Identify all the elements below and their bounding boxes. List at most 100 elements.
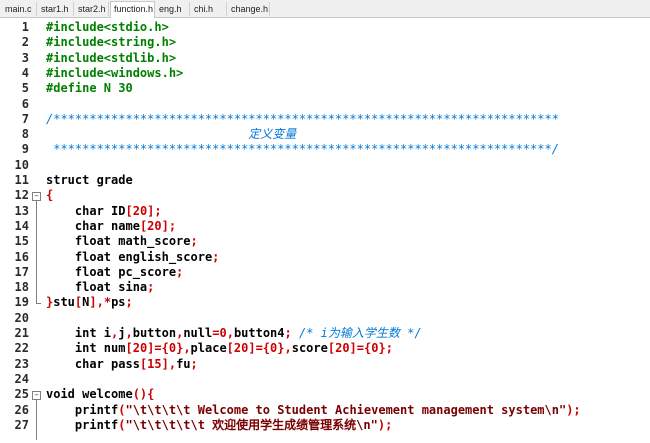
code-line[interactable]: 16 float english_score; bbox=[0, 250, 650, 265]
line-number: 22 bbox=[14, 341, 29, 356]
code-text: float english_score; bbox=[46, 249, 220, 265]
code-token: printf bbox=[46, 417, 119, 432]
code-line[interactable]: 21 int i,j,button,null=0,button4; /* i为输… bbox=[0, 326, 650, 341]
code-line[interactable]: 19 }stu[N],*ps; bbox=[0, 295, 650, 310]
code-line[interactable]: 7 /**************************************… bbox=[0, 112, 650, 127]
code-line[interactable]: 8 定义变量 bbox=[0, 127, 650, 142]
fold-toggle-icon[interactable]: − bbox=[32, 391, 41, 401]
code-token: math_score bbox=[118, 234, 191, 249]
code-token: /***************************************… bbox=[46, 111, 559, 126]
code-token: ]={ bbox=[147, 341, 169, 356]
code-line[interactable]: 14 char name[20]; bbox=[0, 219, 650, 234]
code-token: ID bbox=[111, 203, 126, 218]
code-token: char bbox=[46, 203, 112, 218]
tab-chi-h[interactable]: chi.h bbox=[191, 2, 227, 16]
code-token: #include<string.h> bbox=[46, 35, 177, 50]
code-line[interactable]: 11 struct grade bbox=[0, 173, 650, 188]
code-token: #include<stdlib.h> bbox=[46, 50, 177, 65]
code-token: i bbox=[103, 326, 112, 340]
code-text: #define N 30 bbox=[46, 81, 133, 96]
code-token: 20 bbox=[132, 341, 148, 356]
code-token: num bbox=[103, 341, 126, 356]
code-line[interactable]: 4 #include<windows.h> bbox=[0, 66, 650, 81]
code-line[interactable]: 18 float sina; bbox=[0, 280, 650, 295]
code-line[interactable]: 20 bbox=[0, 311, 650, 326]
code-token: }, bbox=[277, 341, 292, 356]
code-token: place bbox=[190, 341, 227, 356]
code-line[interactable]: 6 bbox=[0, 97, 650, 112]
code-text: char pass[15],fu; bbox=[46, 357, 198, 372]
code-token: welcome bbox=[82, 387, 133, 402]
code-text: /***************************************… bbox=[46, 112, 559, 127]
code-text: #include<string.h> bbox=[46, 35, 176, 50]
code-text: { bbox=[46, 188, 53, 203]
code-text: printf("\t\t\t\t Welcome to Student Achi… bbox=[46, 403, 581, 418]
line-number: 26 bbox=[14, 402, 29, 417]
code-text: #include<stdlib.h> bbox=[46, 51, 176, 66]
line-number: 11 bbox=[14, 173, 29, 187]
tab-eng-h[interactable]: eng.h bbox=[156, 2, 190, 16]
code-token: ; bbox=[190, 234, 198, 249]
line-number: 17 bbox=[14, 264, 29, 279]
code-token: ; bbox=[212, 249, 220, 264]
code-token: name bbox=[111, 218, 140, 233]
code-token: 20 bbox=[147, 218, 162, 233]
fold-guide-line bbox=[36, 201, 37, 304]
code-token: sina bbox=[118, 280, 148, 295]
code-line[interactable]: 12 { bbox=[0, 188, 650, 203]
code-line[interactable]: 25 void welcome(){ bbox=[0, 387, 650, 402]
code-token: #include<windows.h> bbox=[46, 65, 184, 80]
code-token: float bbox=[46, 264, 119, 279]
tab-function-h[interactable]: function.h bbox=[110, 1, 155, 18]
code-token: ; bbox=[190, 356, 198, 371]
tab-main-c[interactable]: main.c bbox=[2, 2, 37, 16]
code-token: ****************************************… bbox=[46, 142, 559, 157]
code-line[interactable]: 24 bbox=[0, 372, 650, 387]
code-line[interactable]: 13 char ID[20]; bbox=[0, 204, 650, 219]
code-text: float math_score; bbox=[46, 234, 198, 249]
tab-star1-h[interactable]: star1.h bbox=[38, 2, 74, 16]
code-line[interactable]: 9 **************************************… bbox=[0, 142, 650, 157]
code-token: int bbox=[46, 326, 104, 340]
code-line[interactable]: 26 printf("\t\t\t\t Welcome to Student A… bbox=[0, 403, 650, 418]
fold-toggle-icon[interactable]: − bbox=[32, 192, 41, 202]
code-editor[interactable]: 1 #include<stdio.h> 2 #include<string.h> 3 #i… bbox=[0, 18, 650, 443]
code-token: /* i为输入学生数 */ bbox=[298, 326, 422, 340]
code-token: 15 bbox=[147, 356, 162, 371]
code-text: printf("\t\t\t\t\t 欢迎使用学生成绩管理系统\n"); bbox=[46, 418, 392, 433]
code-text: int i,j,button,null=0,button4; /* i为输入学生… bbox=[46, 326, 422, 341]
line-number: 24 bbox=[14, 371, 29, 386]
code-text: }stu[N],*ps; bbox=[46, 295, 133, 310]
fold-guide-end bbox=[36, 303, 41, 305]
line-number: 25 bbox=[14, 387, 29, 402]
code-token: ; bbox=[125, 295, 133, 310]
tab-change-h[interactable]: change.h bbox=[228, 2, 270, 16]
code-line[interactable]: 1 #include<stdio.h> bbox=[0, 20, 650, 35]
code-line[interactable]: 10 bbox=[0, 158, 650, 173]
code-token: ]; bbox=[161, 218, 177, 233]
line-number: 21 bbox=[14, 326, 29, 340]
code-text: 定义变量 bbox=[46, 127, 296, 142]
code-token: void bbox=[46, 387, 83, 402]
code-token: ]={ bbox=[349, 341, 372, 356]
code-token: float bbox=[46, 234, 119, 249]
code-token: button4 bbox=[233, 326, 285, 340]
code-token: ); bbox=[377, 417, 393, 432]
line-number: 19 bbox=[14, 295, 29, 310]
code-line[interactable]: 22 int num[20]={0},place[20]={0},score[2… bbox=[0, 341, 650, 356]
code-token: , bbox=[226, 326, 234, 340]
code-line[interactable]: 3 #include<stdlib.h> bbox=[0, 51, 650, 66]
code-line[interactable]: 15 float math_score; bbox=[0, 234, 650, 249]
code-line[interactable]: 23 char pass[15],fu; bbox=[0, 357, 650, 372]
line-number: 10 bbox=[14, 157, 29, 172]
code-line[interactable]: 27 printf("\t\t\t\t\t 欢迎使用学生成绩管理系统\n"); bbox=[0, 418, 650, 433]
code-line[interactable]: 2 #include<string.h> bbox=[0, 35, 650, 50]
code-text: ****************************************… bbox=[46, 142, 559, 157]
code-line[interactable]: 5 #define N 30 bbox=[0, 81, 650, 96]
tab-star2-h[interactable]: star2.h bbox=[75, 2, 109, 16]
code-line[interactable]: 17 float pc_score; bbox=[0, 265, 650, 280]
line-number: 8 bbox=[21, 127, 29, 142]
code-token: printf bbox=[46, 402, 119, 417]
code-token: ], bbox=[161, 356, 177, 371]
code-token: float bbox=[46, 280, 119, 295]
